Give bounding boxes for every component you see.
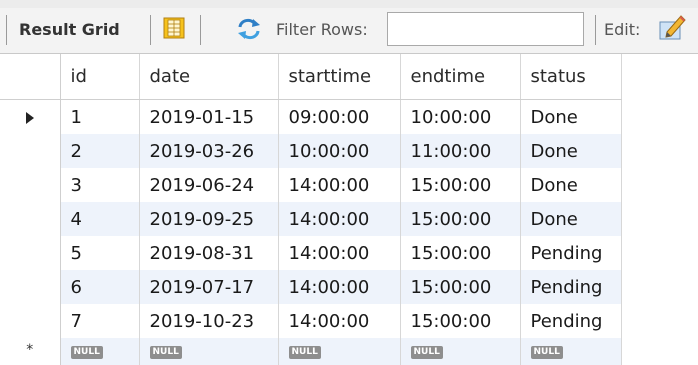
column-header-starttime[interactable]: starttime — [278, 54, 401, 100]
row-selector[interactable] — [0, 168, 61, 202]
cell-date[interactable]: 2019-01-15 — [139, 99, 279, 134]
result-grid-tab[interactable]: Result Grid — [19, 20, 120, 40]
cell-status[interactable]: Done — [520, 99, 622, 134]
toolbar-top-clip — [0, 0, 698, 8]
null-badge: NULL — [288, 346, 321, 359]
row-selector[interactable] — [0, 202, 61, 236]
cell-id[interactable]: 1 — [60, 99, 140, 134]
cell-starttime[interactable]: 14:00:00 — [278, 202, 401, 236]
table-row[interactable]: 3 2019-06-24 14:00:00 15:00:00 Done — [0, 168, 622, 202]
refresh-icon[interactable] — [236, 17, 262, 45]
cell-status[interactable]: Pending — [520, 270, 622, 304]
cell-starttime[interactable]: 14:00:00 — [278, 270, 401, 304]
cell-id[interactable]: 6 — [60, 270, 140, 304]
table-row[interactable]: 2 2019-03-26 10:00:00 11:00:00 Done — [0, 134, 622, 168]
toolbar-separator — [595, 15, 596, 45]
toolbar-separator — [200, 15, 201, 45]
cell-date[interactable]: 2019-09-25 — [139, 202, 279, 236]
row-selector[interactable] — [0, 270, 61, 304]
cell-date[interactable]: 2019-03-26 — [139, 134, 279, 168]
cell-endtime[interactable]: 15:00:00 — [400, 202, 521, 236]
table-row[interactable]: 7 2019-10-23 14:00:00 15:00:00 Pending — [0, 304, 622, 338]
column-header-date[interactable]: date — [139, 54, 279, 100]
edit-pencil-icon[interactable] — [657, 12, 687, 46]
current-row-arrow-icon — [25, 111, 34, 124]
table-row[interactable]: 6 2019-07-17 14:00:00 15:00:00 Pending — [0, 270, 622, 304]
cell-starttime[interactable]: 10:00:00 — [278, 134, 401, 168]
grid-body: 1 2019-01-15 09:00:00 10:00:00 Done 2 2019-03-… — [0, 99, 622, 365]
new-cell-status[interactable]: NULL — [520, 338, 622, 365]
cell-date[interactable]: 2019-08-31 — [139, 236, 279, 270]
cell-endtime[interactable]: 10:00:00 — [400, 99, 521, 134]
null-badge: NULL — [530, 346, 563, 359]
header-row: id date starttime endtime status — [0, 54, 622, 100]
cell-endtime[interactable]: 15:00:00 — [400, 270, 521, 304]
row-selector[interactable] — [0, 99, 61, 134]
result-table: id date starttime endtime status 1 2019-01-15… — [0, 54, 622, 365]
cell-status[interactable]: Done — [520, 134, 622, 168]
row-selector[interactable] — [0, 304, 61, 338]
row-header-corner — [0, 54, 61, 100]
cell-status[interactable]: Done — [520, 168, 622, 202]
new-cell-date[interactable]: NULL — [139, 338, 279, 365]
new-cell-endtime[interactable]: NULL — [400, 338, 521, 365]
edit-label: Edit: — [604, 20, 641, 39]
result-grid-toolbar: Result Grid Filter Rows: Edit: — [0, 0, 698, 54]
row-selector[interactable] — [0, 236, 61, 270]
new-cell-starttime[interactable]: NULL — [278, 338, 401, 365]
cell-id[interactable]: 7 — [60, 304, 140, 338]
column-header-id[interactable]: id — [60, 54, 140, 100]
cell-starttime[interactable]: 14:00:00 — [278, 236, 401, 270]
null-badge: NULL — [149, 346, 182, 359]
cell-status[interactable]: Done — [520, 202, 622, 236]
cell-date[interactable]: 2019-06-24 — [139, 168, 279, 202]
row-selector[interactable] — [0, 134, 61, 168]
cell-status[interactable]: Pending — [520, 236, 622, 270]
column-header-status[interactable]: status — [520, 54, 622, 100]
cell-id[interactable]: 5 — [60, 236, 140, 270]
cell-starttime[interactable]: 14:00:00 — [278, 304, 401, 338]
cell-endtime[interactable]: 11:00:00 — [400, 134, 521, 168]
column-header-endtime[interactable]: endtime — [400, 54, 521, 100]
table-row[interactable]: 4 2019-09-25 14:00:00 15:00:00 Done — [0, 202, 622, 236]
toolbar-separator — [6, 15, 7, 45]
filter-rows-label: Filter Rows: — [276, 20, 368, 39]
cell-date[interactable]: 2019-07-17 — [139, 270, 279, 304]
cell-starttime[interactable]: 14:00:00 — [278, 168, 401, 202]
table-row[interactable]: 1 2019-01-15 09:00:00 10:00:00 Done — [0, 99, 622, 134]
cell-endtime[interactable]: 15:00:00 — [400, 304, 521, 338]
new-cell-id[interactable]: NULL — [60, 338, 140, 365]
form-editor-icon[interactable] — [163, 17, 185, 43]
new-row[interactable]: * NULL NULL NULL NULL NULL — [0, 338, 622, 365]
cell-endtime[interactable]: 15:00:00 — [400, 168, 521, 202]
new-row-asterisk-icon: * — [26, 342, 34, 358]
cell-id[interactable]: 4 — [60, 202, 140, 236]
null-badge: NULL — [70, 346, 103, 359]
table-row[interactable]: 5 2019-08-31 14:00:00 15:00:00 Pending — [0, 236, 622, 270]
cell-starttime[interactable]: 09:00:00 — [278, 99, 401, 134]
new-row-selector[interactable]: * — [0, 338, 61, 365]
result-grid: id date starttime endtime status 1 2019-01-15… — [0, 54, 698, 365]
filter-rows-input[interactable] — [387, 12, 584, 46]
cell-date[interactable]: 2019-10-23 — [139, 304, 279, 338]
null-badge: NULL — [410, 346, 443, 359]
cell-id[interactable]: 2 — [60, 134, 140, 168]
cell-status[interactable]: Pending — [520, 304, 622, 338]
cell-endtime[interactable]: 15:00:00 — [400, 236, 521, 270]
toolbar-separator — [150, 15, 151, 45]
cell-id[interactable]: 3 — [60, 168, 140, 202]
